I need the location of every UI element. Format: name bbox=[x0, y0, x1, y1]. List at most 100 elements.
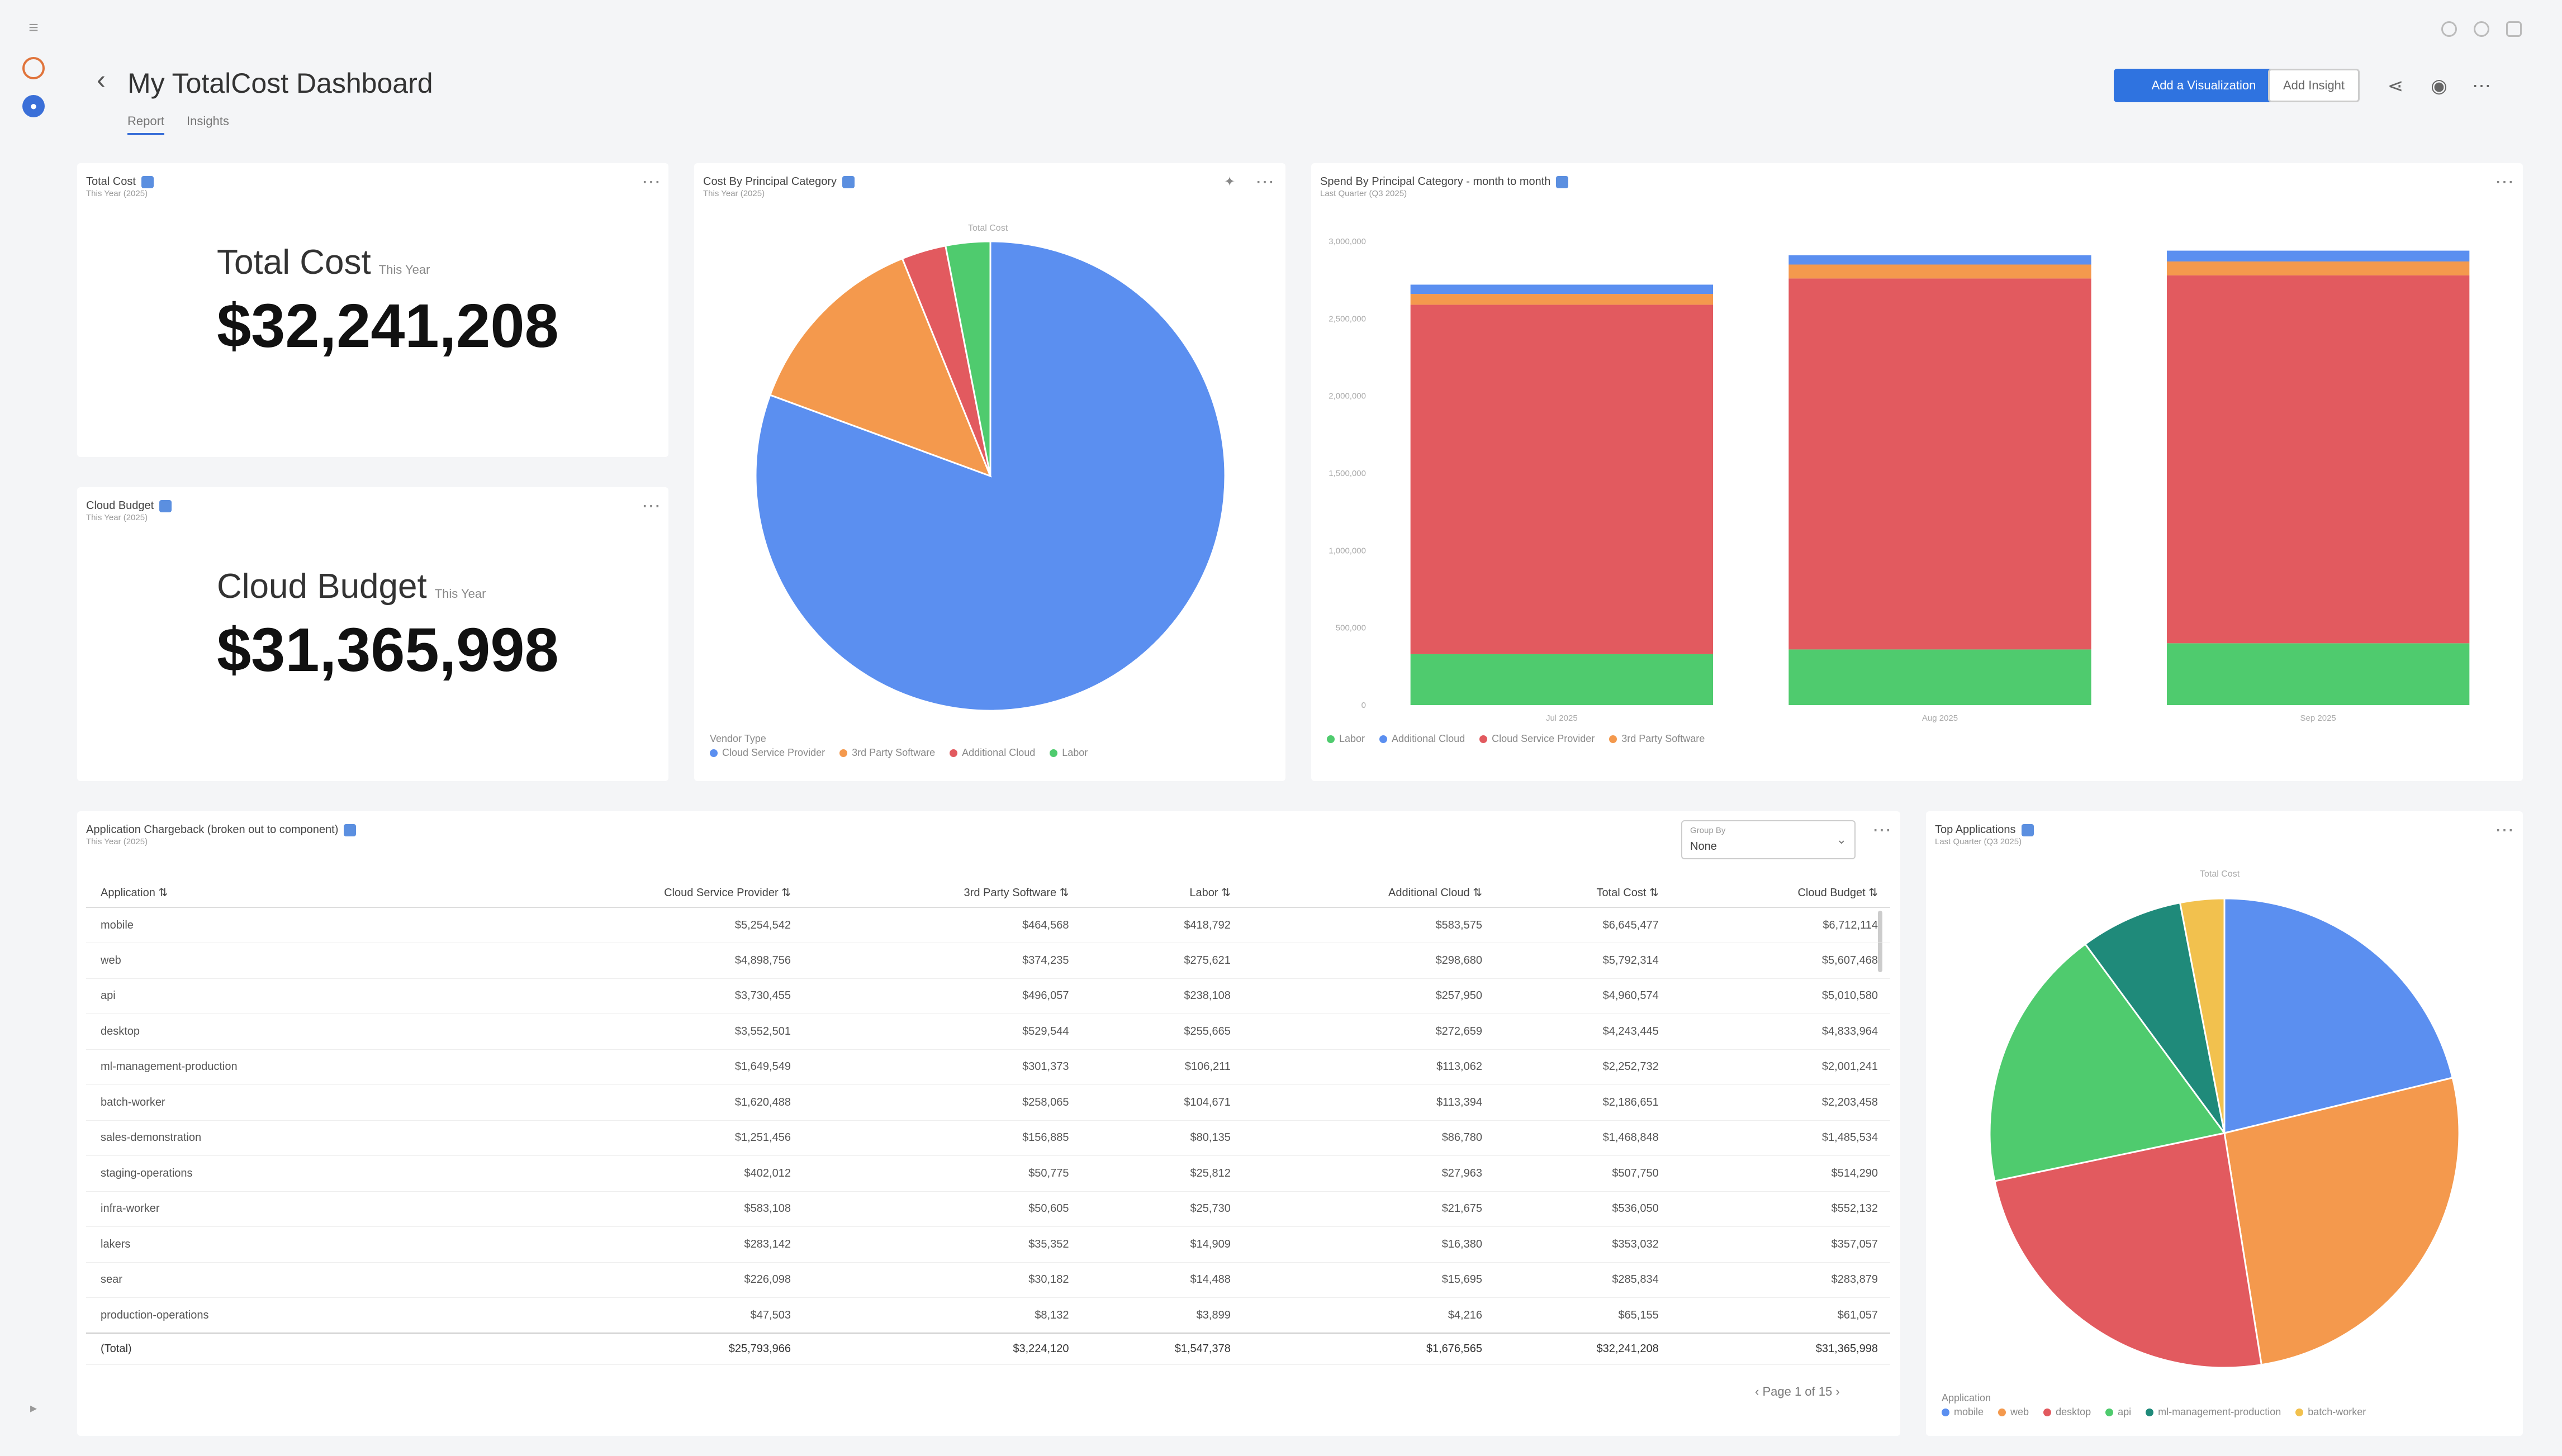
tab-report[interactable]: Report bbox=[127, 114, 165, 135]
bar-segment-additional-cloud[interactable] bbox=[1410, 284, 1713, 294]
legend-label: mobile bbox=[1954, 1406, 1984, 1417]
settings-icon[interactable] bbox=[2474, 21, 2489, 37]
table-row[interactable]: web $4,898,756 $374,235 $275,621 $298,680 $5,… bbox=[86, 943, 1890, 979]
table-cell: $106,211 bbox=[1081, 1049, 1243, 1085]
table-row[interactable]: sales-demonstration $1,251,456 $156,885 $80… bbox=[86, 1120, 1890, 1156]
legend-swatch bbox=[1942, 1409, 1949, 1417]
add-visualization-button[interactable]: Add a Visualization bbox=[2114, 69, 2294, 102]
info-icon[interactable] bbox=[141, 175, 154, 188]
column-header[interactable]: 3rd Party Software ⇅ bbox=[803, 878, 1081, 908]
column-header[interactable]: Total Cost ⇅ bbox=[1494, 878, 1671, 908]
table-cell: batch-worker bbox=[86, 1084, 474, 1121]
bar-segment-3rd-party-software[interactable] bbox=[1788, 264, 2091, 279]
table-cell: $3,224,120 bbox=[803, 1333, 1081, 1365]
bar-segment-cloud-service-provider[interactable] bbox=[2167, 275, 2470, 644]
table-cell: $258,065 bbox=[803, 1084, 1081, 1121]
bar-segment-additional-cloud[interactable] bbox=[1788, 255, 2091, 265]
table-cell: api bbox=[86, 978, 474, 1014]
logo-icon[interactable] bbox=[22, 57, 45, 79]
info-icon[interactable] bbox=[344, 824, 357, 836]
legend-item[interactable]: web bbox=[1998, 1406, 2029, 1417]
legend-item[interactable]: desktop bbox=[2043, 1406, 2091, 1417]
table-cell: $15,695 bbox=[1242, 1262, 1495, 1298]
column-header[interactable]: Cloud Service Provider ⇅ bbox=[473, 878, 803, 908]
table-row[interactable]: desktop $3,552,501 $529,544 $255,665 $272,65… bbox=[86, 1014, 1890, 1050]
legend-item[interactable]: mobile bbox=[1942, 1406, 1984, 1417]
legend-item[interactable]: ml-management-production bbox=[2146, 1406, 2281, 1417]
bar-segment-3rd-party-software[interactable] bbox=[2167, 261, 2470, 275]
dashboard-nav-icon[interactable]: ● bbox=[22, 95, 45, 117]
table-cell: $16,380 bbox=[1242, 1226, 1495, 1263]
card-more-icon[interactable]: ⋯ bbox=[642, 173, 661, 192]
table-cell: $2,001,241 bbox=[1671, 1049, 1890, 1085]
card-subtitle: This Year (2025) bbox=[86, 513, 148, 522]
bar-segment-cloud-service-provider[interactable] bbox=[1410, 304, 1713, 654]
bar-segment-3rd-party-software[interactable] bbox=[1410, 294, 1713, 305]
table-row[interactable]: sear $226,098 $30,182 $14,488 $15,695 $285,83… bbox=[86, 1262, 1890, 1298]
table-cell: $1,468,848 bbox=[1494, 1120, 1671, 1156]
column-header[interactable]: Cloud Budget ⇅ bbox=[1671, 878, 1890, 908]
legend-item[interactable]: Cloud Service Provider bbox=[1479, 733, 1595, 744]
table-cell: $583,108 bbox=[473, 1191, 803, 1227]
table-total-row[interactable]: (Total) $25,793,966 $3,224,120 $1,547,378 $1… bbox=[86, 1333, 1890, 1365]
x-tick-label: Aug 2025 bbox=[1922, 713, 1958, 723]
user-icon[interactable] bbox=[2506, 21, 2522, 37]
menu-icon[interactable]: ≡ bbox=[22, 17, 45, 39]
share-icon[interactable]: ⋖ bbox=[2383, 74, 2408, 98]
table-row[interactable]: api $3,730,455 $496,057 $238,108 $257,950 $4,… bbox=[86, 978, 1890, 1014]
table-cell: desktop bbox=[86, 1014, 474, 1050]
principal-pie-chart bbox=[755, 240, 1226, 712]
legend-swatch bbox=[2105, 1409, 2114, 1417]
table-row[interactable]: lakers $283,142 $35,352 $14,909 $16,380 $353,… bbox=[86, 1226, 1890, 1263]
group-by-select[interactable]: Group By None ⌄ bbox=[1681, 820, 1856, 859]
group-by-label: Group By bbox=[1690, 826, 1726, 835]
table-row[interactable]: staging-operations $402,012 $50,775 $25,812… bbox=[86, 1155, 1890, 1192]
legend-item[interactable]: Additional Cloud bbox=[1379, 733, 1465, 744]
tab-insights[interactable]: Insights bbox=[187, 114, 229, 129]
table-row[interactable]: production-operations $47,503 $8,132 $3,899… bbox=[86, 1297, 1890, 1334]
table-row[interactable]: ml-management-production $1,649,549 $301,3… bbox=[86, 1049, 1890, 1085]
bar-segment-cloud-service-provider[interactable] bbox=[1788, 278, 2091, 650]
table-cell: $14,909 bbox=[1081, 1226, 1243, 1263]
table-row[interactable]: batch-worker $1,620,488 $258,065 $104,671 $1… bbox=[86, 1084, 1890, 1121]
legend-item[interactable]: api bbox=[2105, 1406, 2131, 1417]
card-more-icon[interactable]: ⋯ bbox=[642, 497, 661, 516]
back-chevron-icon[interactable]: ‹ bbox=[88, 67, 114, 95]
table-cell: $3,552,501 bbox=[473, 1014, 803, 1050]
table-cell: staging-operations bbox=[86, 1155, 474, 1192]
table-row[interactable]: mobile $5,254,542 $464,568 $418,792 $583,575… bbox=[86, 907, 1890, 943]
table-cell: $47,503 bbox=[473, 1297, 803, 1334]
bar-segment-additional-cloud[interactable] bbox=[2167, 250, 2470, 261]
legend-item[interactable]: Cloud Service Provider bbox=[710, 747, 825, 758]
collapse-rail-icon[interactable]: ▸ bbox=[22, 1397, 45, 1419]
legend-item[interactable]: Labor bbox=[1327, 733, 1365, 744]
legend-label: 3rd Party Software bbox=[852, 747, 936, 758]
legend-item[interactable]: Additional Cloud bbox=[950, 747, 1035, 758]
table-cell: $2,203,458 bbox=[1671, 1084, 1890, 1121]
column-header[interactable]: Application ⇅ bbox=[86, 878, 474, 908]
bar-segment-labor[interactable] bbox=[1410, 654, 1713, 705]
pagination[interactable]: ‹ Page 1 of 15 › bbox=[1755, 1384, 1840, 1399]
info-icon[interactable] bbox=[159, 499, 172, 512]
help-icon[interactable] bbox=[2441, 21, 2457, 37]
table-cell: $25,812 bbox=[1081, 1155, 1243, 1192]
card-more-icon[interactable]: ⋯ bbox=[1872, 821, 1891, 840]
bar-segment-labor[interactable] bbox=[1788, 649, 2091, 705]
bar-segment-labor[interactable] bbox=[2167, 643, 2470, 705]
legend-item[interactable]: Labor bbox=[1050, 747, 1088, 758]
column-header[interactable]: Labor ⇅ bbox=[1081, 878, 1243, 908]
y-tick-label: 3,000,000 bbox=[1329, 237, 1366, 246]
table-row[interactable]: infra-worker $583,108 $50,605 $25,730 $21,67… bbox=[86, 1191, 1890, 1227]
legend-label: web bbox=[2010, 1406, 2029, 1417]
more-icon[interactable]: ⋯ bbox=[2469, 74, 2494, 98]
eye-icon[interactable]: ◉ bbox=[2427, 74, 2451, 98]
legend-item[interactable]: batch-worker bbox=[2295, 1406, 2366, 1417]
pie-legend: mobile web desktop api ml-management-product… bbox=[1942, 1406, 2380, 1418]
card-subtitle: This Year (2025) bbox=[86, 189, 148, 198]
legend-item[interactable]: 3rd Party Software bbox=[839, 747, 935, 758]
card-title: Application Chargeback (broken out to co… bbox=[86, 824, 339, 836]
column-header[interactable]: Additional Cloud ⇅ bbox=[1242, 878, 1495, 908]
add-insight-button[interactable]: Add Insight bbox=[2268, 69, 2360, 102]
legend-item[interactable]: 3rd Party Software bbox=[1609, 733, 1705, 744]
table-cell: $536,050 bbox=[1494, 1191, 1671, 1227]
